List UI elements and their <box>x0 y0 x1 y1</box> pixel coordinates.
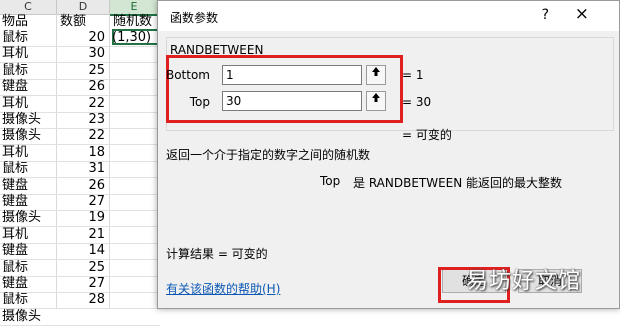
bottom-input[interactable]: 1 <box>222 65 362 85</box>
table-cell-amount[interactable]: 30 <box>57 46 105 62</box>
table-cell-amount[interactable]: 27 <box>57 276 105 292</box>
table-cell-amount[interactable]: 14 <box>57 243 105 259</box>
function-help-link[interactable]: 有关该函数的帮助(H) <box>166 280 280 297</box>
table-cell-amount[interactable]: 18 <box>57 145 105 161</box>
table-cell-item[interactable]: 摄像头 <box>2 112 41 128</box>
top-value: = 30 <box>402 95 432 109</box>
table-cell-amount[interactable]: 21 <box>57 227 105 243</box>
table-cell-item[interactable]: 耳机 <box>2 96 28 112</box>
table-cell-item[interactable]: 键盘 <box>2 243 28 259</box>
active-cell-formula: (1,30) <box>112 30 152 45</box>
table-cell-amount[interactable]: 22 <box>57 96 105 112</box>
table-cell-item[interactable]: 鼠标 <box>2 30 28 46</box>
table-cell-amount[interactable]: 26 <box>57 178 105 194</box>
top-input[interactable]: 30 <box>222 91 362 111</box>
table-cell-item[interactable]: 耳机 <box>2 46 28 62</box>
table-cell-amount[interactable]: 19 <box>57 210 105 226</box>
column-header-d[interactable]: D <box>57 0 110 15</box>
table-cell-amount[interactable]: 27 <box>57 194 105 210</box>
header-item[interactable]: 物品 <box>2 14 28 30</box>
column-header-c[interactable]: C <box>0 0 57 15</box>
table-cell-amount[interactable]: 26 <box>57 79 105 95</box>
argument-description: 是 RANDBETWEEN 能返回的最大整数 <box>353 176 563 190</box>
formula-result: = 可变的 <box>402 128 452 142</box>
table-cell-amount[interactable]: 25 <box>57 63 105 79</box>
bottom-collapse-icon[interactable] <box>366 65 386 85</box>
table-cell-item[interactable]: 耳机 <box>2 227 28 243</box>
top-collapse-icon[interactable] <box>366 91 386 111</box>
watermark: 易坊好文馆 <box>466 269 582 294</box>
bottom-value: = 1 <box>402 68 424 82</box>
table-cell-amount[interactable]: 20 <box>57 30 105 46</box>
function-description: 返回一个介于指定的数字之间的随机数 <box>166 148 371 162</box>
table-cell-item[interactable]: 键盘 <box>2 79 28 95</box>
calculation-result: 计算结果 = 可变的 <box>166 247 268 261</box>
table-cell-amount[interactable] <box>57 309 105 325</box>
table-cell-item[interactable]: 鼠标 <box>2 260 28 276</box>
help-icon[interactable]: ? <box>542 7 549 23</box>
table-cell-amount[interactable]: 25 <box>57 260 105 276</box>
table-cell-item[interactable]: 键盘 <box>2 178 28 194</box>
table-cell-item[interactable]: 鼠标 <box>2 292 28 308</box>
table-cell-item[interactable]: 鼠标 <box>2 63 28 79</box>
close-icon[interactable]: × <box>575 4 589 24</box>
header-amount[interactable]: 数额 <box>60 14 86 30</box>
table-cell-amount[interactable]: 28 <box>57 292 105 308</box>
table-cell-item[interactable]: 鼠标 <box>2 161 28 177</box>
table-cell-item[interactable]: 耳机 <box>2 145 28 161</box>
dialog-title: 函数参数 <box>170 11 219 25</box>
dialog-titlebar[interactable]: 函数参数 ? × <box>158 1 619 31</box>
header-random[interactable]: 随机数 <box>113 14 152 30</box>
table-cell-amount[interactable]: 23 <box>57 112 105 128</box>
table-cell-item[interactable]: 摄像头 <box>2 128 41 144</box>
top-label: Top <box>189 95 210 109</box>
table-cell-item[interactable]: 键盘 <box>2 276 28 292</box>
table-cell-item[interactable]: 摄像头 <box>2 210 41 226</box>
argument-description-name: Top <box>320 174 341 188</box>
function-arguments-dialog: 函数参数 ? × RANDBETWEEN Bottom 1 = 1 Top 30… <box>157 0 620 309</box>
table-cell-amount[interactable]: 22 <box>57 128 105 144</box>
bottom-label: Bottom <box>165 68 210 82</box>
table-cell-item[interactable]: 键盘 <box>2 194 28 210</box>
table-cell-amount[interactable]: 31 <box>57 161 105 177</box>
table-cell-item[interactable]: 摄像头 <box>2 309 41 325</box>
